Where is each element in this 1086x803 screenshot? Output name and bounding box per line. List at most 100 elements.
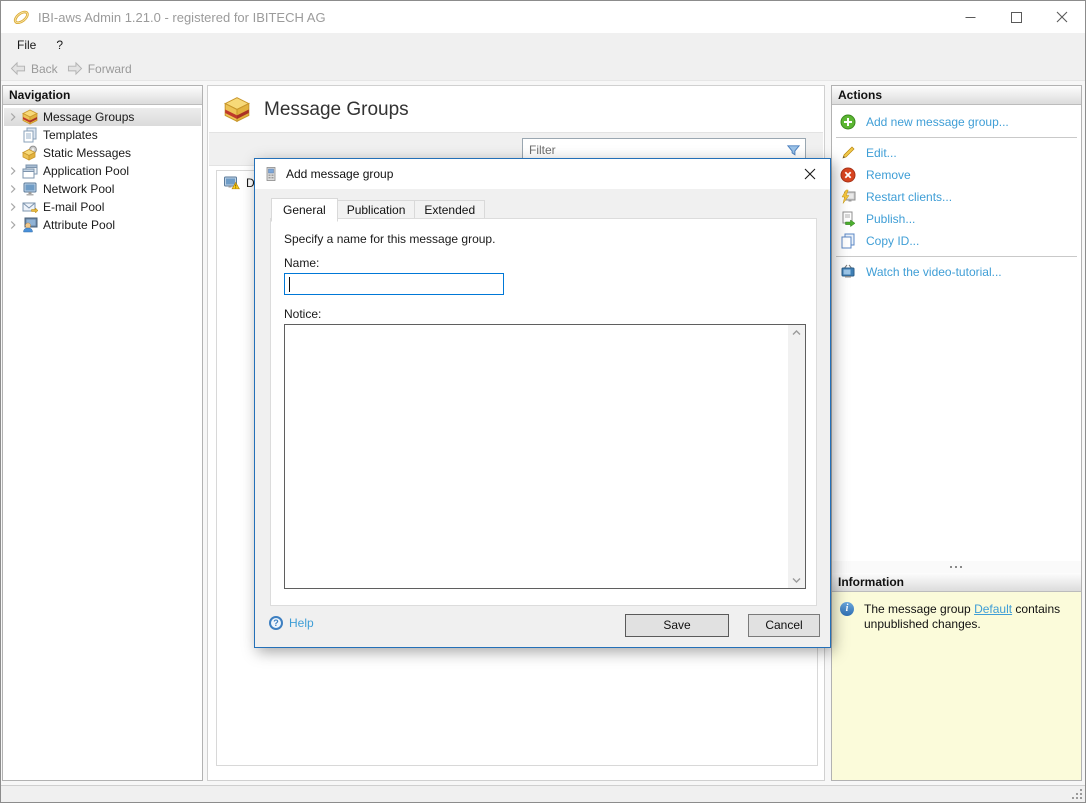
splitter-dots-icon [950, 565, 964, 569]
sidebar-item-message-groups[interactable]: Message Groups [4, 108, 201, 126]
dialog-prompt: Specify a name for this message group. [284, 232, 495, 246]
navigation-toolbar: Back Forward [1, 57, 1085, 81]
page-title-block: Message Groups [222, 96, 409, 123]
scroll-down-icon[interactable] [791, 576, 802, 585]
maximize-button[interactable] [993, 1, 1039, 33]
action-remove[interactable]: Remove [832, 164, 1081, 186]
status-bar [1, 785, 1085, 802]
notice-label: Notice: [284, 307, 321, 321]
templates-icon [22, 127, 38, 143]
add-message-group-dialog: Add message group General Publication Ex… [254, 158, 831, 648]
menu-file[interactable]: File [7, 33, 46, 57]
actions-panel: Actions Add new message group... Edit... [831, 85, 1082, 781]
navigation-header: Navigation [3, 86, 202, 105]
notice-textarea[interactable] [284, 324, 806, 589]
add-icon [840, 114, 856, 130]
sidebar-item-application-pool[interactable]: Application Pool [4, 162, 201, 180]
action-add-new-message-group[interactable]: Add new message group... [832, 111, 1081, 133]
app-logo-icon [12, 8, 30, 26]
edit-pencil-icon [840, 145, 856, 161]
copy-id-icon [840, 233, 856, 249]
action-label: Restart clients... [866, 190, 952, 204]
window-title: IBI-aws Admin 1.21.0 - registered for IB… [38, 10, 326, 25]
help-icon: ? [269, 616, 283, 630]
close-icon [1056, 11, 1068, 23]
forward-arrow-icon [66, 61, 84, 76]
dialog-button-row: ? Help Save Cancel [255, 611, 830, 641]
sidebar-item-label: Network Pool [43, 182, 114, 196]
menu-help[interactable]: ? [46, 33, 73, 57]
expander-chevron-icon[interactable] [4, 217, 22, 233]
back-button[interactable]: Back [9, 61, 58, 76]
remove-icon [840, 167, 856, 183]
action-copy-id[interactable]: Copy ID... [832, 230, 1081, 252]
minimize-button[interactable] [947, 1, 993, 33]
back-arrow-icon [9, 61, 27, 76]
panel-splitter[interactable] [832, 561, 1081, 573]
filter-input[interactable] [529, 140, 779, 160]
forward-button[interactable]: Forward [66, 61, 132, 76]
action-label: Publish... [866, 212, 915, 226]
menu-bar: File ? [1, 33, 1085, 57]
navigation-tree: Message Groups Templates [3, 105, 202, 234]
computer-warning-icon [223, 175, 240, 191]
sidebar-item-label: Static Messages [43, 146, 131, 160]
sidebar-item-static-messages[interactable]: Static Messages [4, 144, 201, 162]
expander-chevron-icon[interactable] [4, 109, 22, 125]
minimize-icon [965, 12, 976, 23]
info-icon: i [840, 602, 854, 616]
expander-chevron-icon[interactable] [4, 181, 22, 197]
attribute-pool-icon [22, 217, 38, 233]
static-messages-icon [22, 145, 38, 161]
message-groups-icon [22, 109, 38, 125]
information-box: i The message group Default contains unp… [832, 592, 1081, 780]
expander-chevron-icon[interactable] [4, 163, 22, 179]
back-label: Back [31, 62, 58, 76]
sidebar-item-label: Templates [43, 128, 98, 142]
information-header: Information [832, 573, 1081, 592]
name-field-border [284, 273, 504, 295]
name-input[interactable] [289, 275, 499, 293]
action-watch-video-tutorial[interactable]: Watch the video-tutorial... [832, 261, 1081, 283]
action-label: Remove [866, 168, 911, 182]
action-label: Watch the video-tutorial... [866, 265, 1002, 279]
message-groups-icon [222, 96, 252, 123]
sidebar-item-templates[interactable]: Templates [4, 126, 201, 144]
sidebar-item-attribute-pool[interactable]: Attribute Pool [4, 216, 201, 234]
resize-grip-icon[interactable] [1070, 787, 1083, 800]
sidebar-item-label: E-mail Pool [43, 200, 104, 214]
tab-page-general: Specify a name for this message group. N… [270, 218, 817, 606]
action-label: Copy ID... [866, 234, 919, 248]
expander-chevron-icon[interactable] [4, 199, 22, 215]
action-publish[interactable]: Publish... [832, 208, 1081, 230]
navigation-panel: Navigation Message Groups [2, 85, 203, 781]
video-tutorial-icon [840, 264, 856, 280]
filter-funnel-icon[interactable] [786, 143, 801, 158]
sidebar-item-network-pool[interactable]: Network Pool [4, 180, 201, 198]
cancel-button[interactable]: Cancel [748, 614, 820, 637]
vertical-scrollbar[interactable] [788, 325, 805, 588]
close-button[interactable] [1039, 1, 1085, 33]
scroll-up-icon[interactable] [791, 328, 802, 337]
information-text: The message group Default contains unpub… [864, 602, 1069, 632]
default-group-link[interactable]: Default [974, 602, 1012, 616]
publish-icon [840, 211, 856, 227]
action-label: Edit... [866, 146, 897, 160]
action-restart-clients[interactable]: Restart clients... [832, 186, 1081, 208]
app-window: IBI-aws Admin 1.21.0 - registered for IB… [0, 0, 1086, 803]
dialog-close-button[interactable] [790, 159, 830, 189]
help-link[interactable]: ? Help [269, 616, 314, 630]
dialog-title: Add message group [286, 167, 393, 181]
email-pool-icon [22, 199, 38, 215]
title-bar: IBI-aws Admin 1.21.0 - registered for IB… [1, 1, 1085, 33]
sidebar-item-email-pool[interactable]: E-mail Pool [4, 198, 201, 216]
sidebar-item-label: Attribute Pool [43, 218, 115, 232]
forward-label: Forward [88, 62, 132, 76]
tab-general[interactable]: General [271, 198, 338, 222]
actions-separator [836, 137, 1077, 138]
actions-list: Add new message group... Edit... Remove [832, 105, 1081, 283]
action-edit[interactable]: Edit... [832, 142, 1081, 164]
page-title: Message Groups [264, 99, 409, 121]
application-pool-icon [22, 163, 38, 179]
save-button[interactable]: Save [625, 614, 729, 637]
